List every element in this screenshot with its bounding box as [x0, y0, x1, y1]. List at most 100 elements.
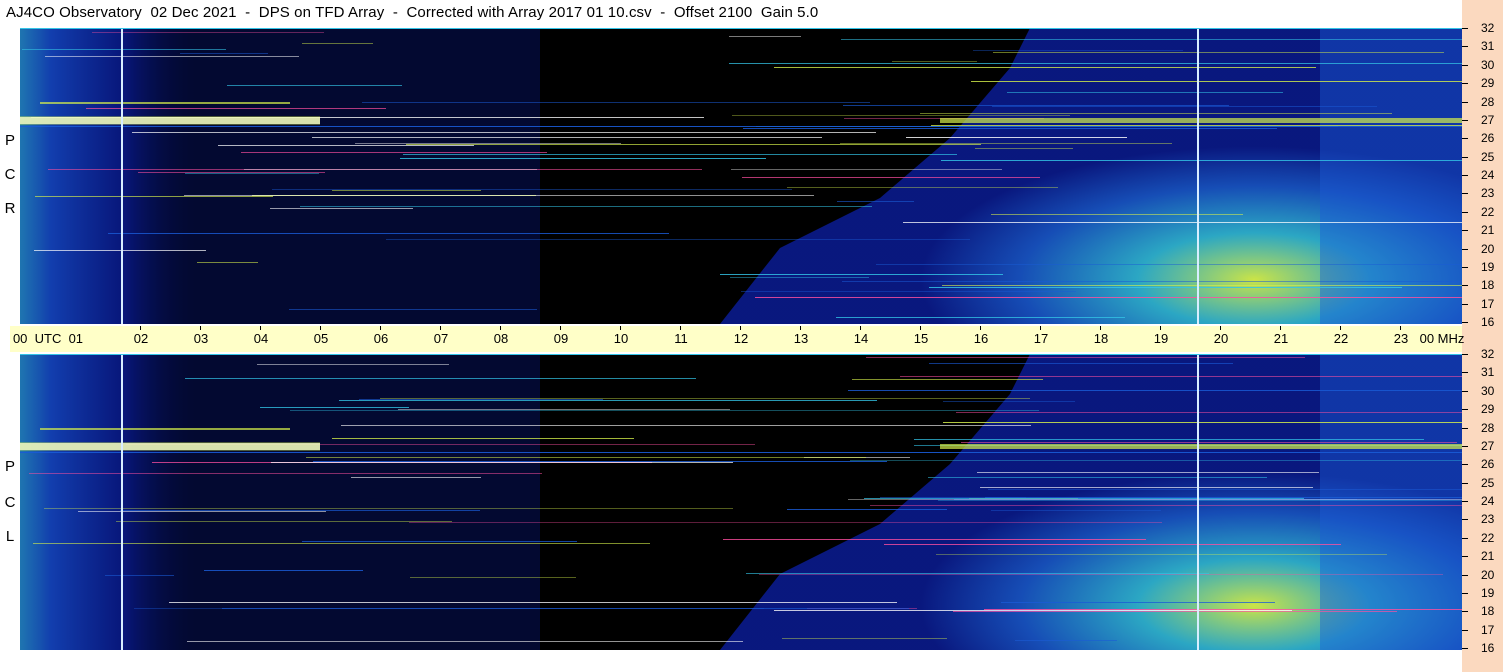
freq-axis-tick [1462, 629, 1468, 631]
time-axis-label: 12 [733, 331, 749, 346]
interference-line [185, 378, 696, 379]
interference-line [928, 477, 1267, 478]
interference-line [116, 521, 452, 522]
interference-line [961, 442, 1457, 443]
time-axis-tick [1220, 326, 1221, 330]
time-axis-label: 15 [913, 331, 929, 346]
interference-line [988, 489, 1462, 490]
freq-axis-tick [1462, 64, 1468, 66]
freq-axis-label: 22 [1481, 530, 1495, 545]
band-27mhz-line [20, 126, 1462, 127]
time-axis-tick [1340, 326, 1341, 330]
interference-line [169, 602, 897, 603]
time-axis-label: 21 [1273, 331, 1289, 346]
freq-axis-label: 22 [1481, 204, 1495, 219]
interference-line [723, 539, 1146, 540]
interference-line [759, 574, 1443, 575]
time-axis-label: 14 [853, 331, 869, 346]
freq-axis-label: 27 [1481, 438, 1495, 453]
freq-axis-tick [1462, 230, 1468, 232]
interference-line [355, 143, 621, 144]
interference-line [120, 510, 480, 511]
interference-line [914, 439, 1424, 440]
interference-line [992, 106, 1377, 107]
time-axis-label: 17 [1033, 331, 1049, 346]
interference-line [842, 281, 1462, 282]
interference-line [743, 128, 1277, 129]
interference-line [741, 291, 1076, 292]
freq-axis-label: 28 [1481, 420, 1495, 435]
interference-line [300, 206, 872, 207]
interference-line [731, 169, 1002, 170]
time-marker-line [121, 354, 123, 650]
interference-line [362, 102, 870, 103]
freq-axis-tick [1462, 28, 1468, 29]
band-28mhz [40, 428, 290, 430]
interference-line [929, 363, 1233, 364]
interference-line [755, 297, 1462, 298]
pol-letter: C [4, 166, 16, 183]
freq-axis-label: 27 [1481, 112, 1495, 127]
band-27mhz-day [940, 118, 1462, 123]
interference-line [400, 158, 766, 159]
interference-line [876, 264, 1462, 265]
night-noise-tint [20, 28, 540, 324]
freq-axis-tick [1462, 354, 1468, 355]
freq-axis-tick [1462, 119, 1468, 121]
time-marker-line [1197, 28, 1199, 324]
freq-axis-label: 23 [1481, 512, 1495, 527]
band-27mhz-glow [20, 116, 320, 125]
time-marker-line [121, 28, 123, 324]
time-axis-tick [1280, 326, 1281, 330]
time-axis-label: 05 [313, 331, 329, 346]
interference-line [410, 577, 576, 578]
interference-line [730, 277, 869, 278]
interference-line [34, 250, 206, 251]
interference-line [892, 61, 977, 62]
interference-line [774, 610, 1292, 611]
time-axis-tick [920, 326, 921, 330]
evening-region [1320, 28, 1462, 324]
time-axis-label: 03 [193, 331, 209, 346]
interference-line [953, 611, 1397, 612]
freq-axis-tick [1462, 445, 1468, 447]
freq-axis-tick [1462, 390, 1468, 392]
interference-line [977, 472, 1319, 473]
interference-line [271, 462, 733, 463]
time-axis-label: 07 [433, 331, 449, 346]
interference-line [1007, 92, 1283, 93]
spectrogram-rcp [20, 28, 1462, 324]
interference-line [746, 573, 1209, 574]
time-axis-label: 00 UTC 01 [12, 331, 84, 346]
time-axis-label: 06 [373, 331, 389, 346]
freq-axis-tick [1462, 175, 1468, 176]
freq-axis-label: 19 [1481, 259, 1495, 274]
interference-line [866, 357, 1305, 358]
interference-line [720, 274, 1003, 275]
interference-line [980, 487, 1313, 488]
interference-line [991, 214, 1243, 215]
time-axis-label: 11 [674, 331, 688, 346]
interference-line [837, 201, 914, 202]
interference-line [313, 461, 887, 462]
interference-line [341, 425, 1031, 426]
top-border-line [20, 28, 1462, 29]
time-axis-tick [980, 326, 981, 330]
freq-axis-label: 21 [1481, 223, 1495, 238]
time-axis-tick [740, 326, 741, 330]
interference-line [941, 160, 1462, 161]
freq-axis-label: 20 [1481, 567, 1495, 582]
interference-line [920, 113, 1392, 114]
freq-axis-label: 30 [1481, 57, 1495, 72]
time-axis-tick [1400, 326, 1401, 330]
time-axis-bar: 00 UTC 01 02 03 04 05 06 07 08 09 10 11 12 13 14 15 16 1… [10, 326, 1464, 352]
freq-axis-tick [1462, 648, 1468, 649]
interference-line [942, 285, 1462, 286]
interference-line [380, 398, 1030, 399]
interference-line [931, 125, 1462, 126]
interference-line [332, 190, 481, 191]
time-axis-label: 02 [133, 331, 149, 346]
interference-line [302, 541, 577, 542]
interference-line [985, 497, 1462, 498]
pol-letter: P [4, 458, 15, 475]
